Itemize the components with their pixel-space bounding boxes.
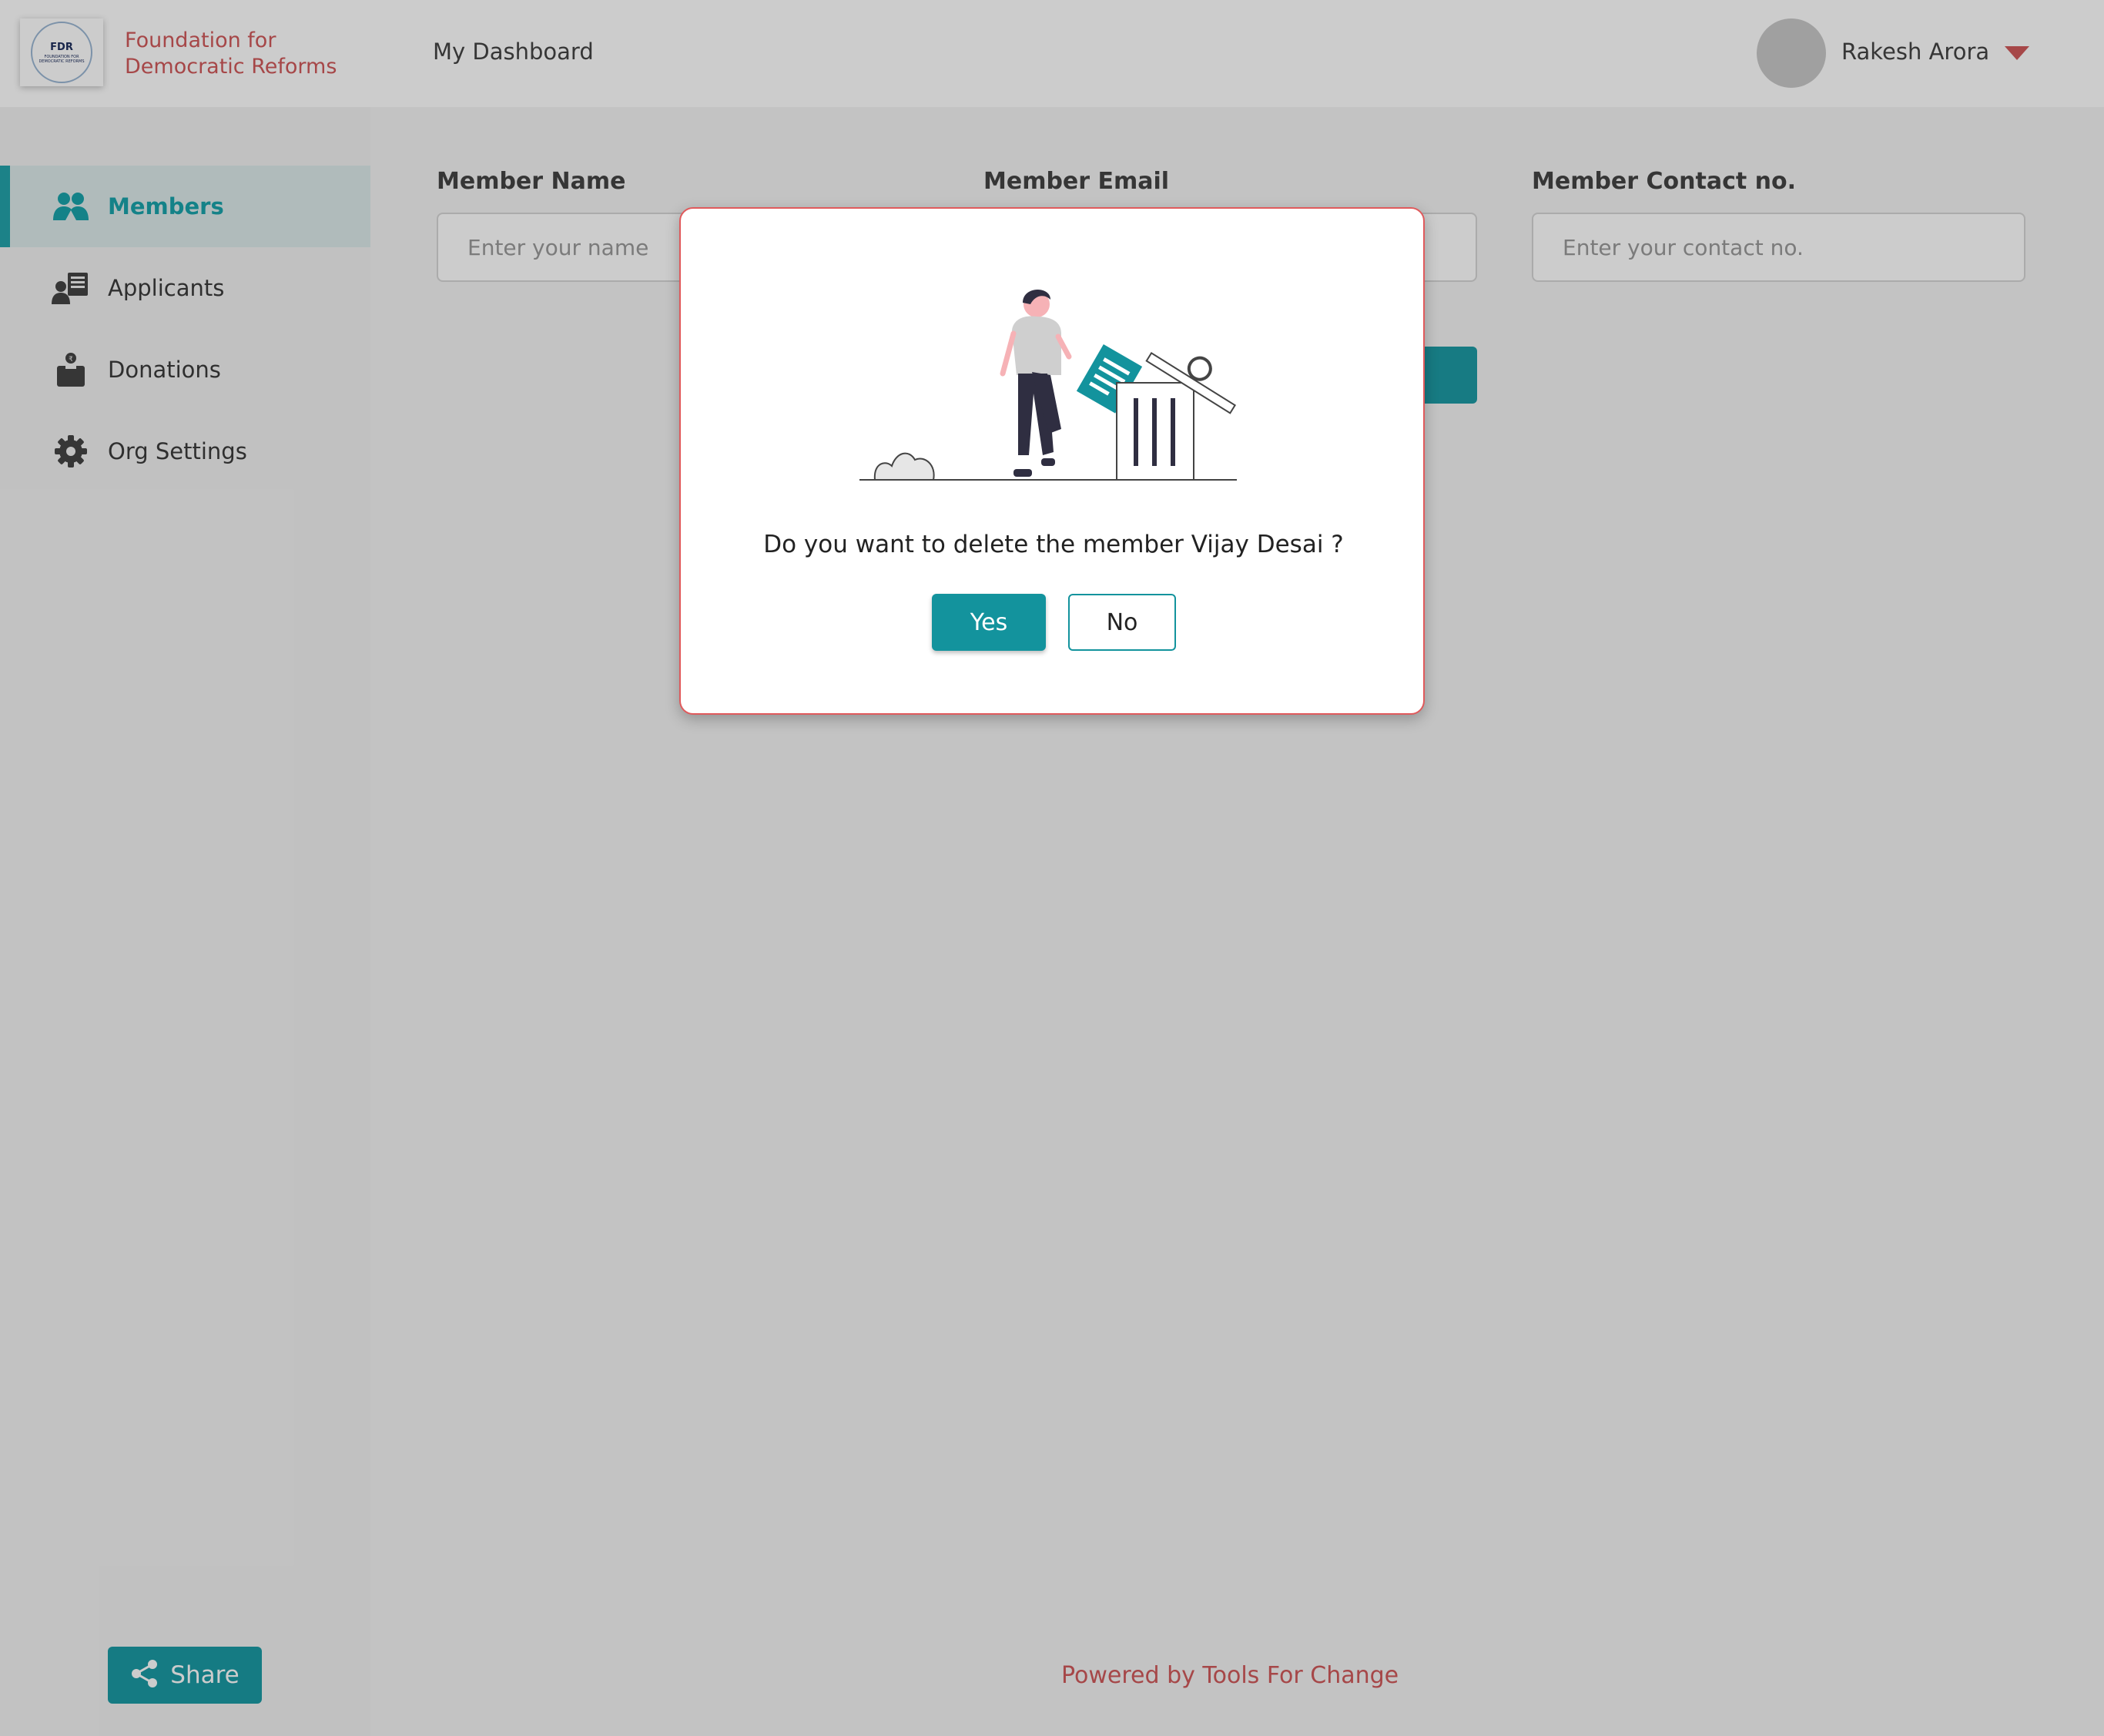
confirm-no-button[interactable]: No [1068, 594, 1176, 651]
trash-illustration [859, 289, 1237, 481]
confirmation-message: Do you want to delete the member Vijay D… [763, 531, 1344, 558]
delete-confirmation-dialog: Do you want to delete the member Vijay D… [679, 207, 1425, 715]
confirm-yes-button[interactable]: Yes [932, 594, 1046, 651]
